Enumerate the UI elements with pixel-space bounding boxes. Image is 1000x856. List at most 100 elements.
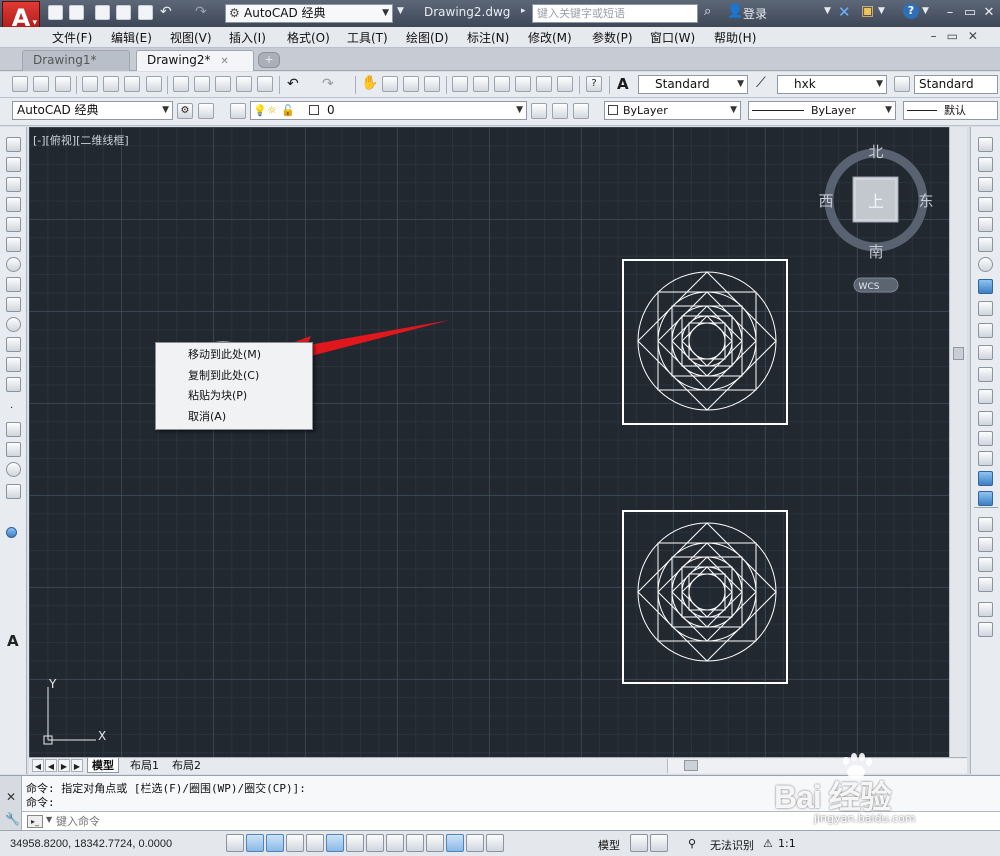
gear-icon[interactable]: ⚙ bbox=[177, 103, 193, 119]
circle-icon[interactable] bbox=[6, 257, 21, 272]
break-at-point-icon[interactable] bbox=[978, 367, 993, 382]
redo-icon[interactable]: ↷ bbox=[195, 4, 207, 20]
tab-layout1[interactable]: 布局1 bbox=[126, 758, 163, 773]
annotation-scale[interactable]: 1:1 bbox=[778, 837, 796, 850]
pan-icon[interactable]: ✋ bbox=[361, 75, 378, 91]
spline-icon[interactable] bbox=[6, 297, 21, 312]
polygon-icon[interactable] bbox=[6, 197, 21, 212]
vertical-scrollbar[interactable] bbox=[949, 127, 967, 757]
multiline-text-icon[interactable]: A bbox=[7, 632, 19, 650]
rose-figure-bottom[interactable] bbox=[622, 510, 788, 684]
menu-file[interactable]: 文件(F) bbox=[52, 29, 92, 46]
break-icon[interactable] bbox=[978, 389, 993, 404]
table-style-icon[interactable] bbox=[894, 76, 910, 92]
context-move-here[interactable]: 移动到此处(M) bbox=[157, 345, 312, 365]
revision-cloud-icon[interactable] bbox=[6, 277, 21, 292]
menu-help[interactable]: 帮助(H) bbox=[714, 29, 756, 46]
close-icon[interactable]: ✕ bbox=[6, 790, 16, 804]
compass-west[interactable]: 西 bbox=[818, 192, 833, 210]
match-properties-icon[interactable] bbox=[236, 76, 252, 92]
extend-icon[interactable] bbox=[978, 345, 993, 360]
layer-previous-icon[interactable] bbox=[552, 103, 568, 119]
publish-icon[interactable] bbox=[124, 76, 140, 92]
markup-icon[interactable] bbox=[536, 76, 552, 92]
ellipse-arc-icon[interactable] bbox=[6, 337, 21, 352]
menu-dimension[interactable]: 标注(N) bbox=[467, 29, 509, 46]
paste-icon[interactable] bbox=[215, 76, 231, 92]
scale-icon[interactable] bbox=[978, 279, 993, 294]
menu-edit[interactable]: 编辑(E) bbox=[111, 29, 152, 46]
compass-north[interactable]: 北 bbox=[868, 143, 883, 161]
lineweight-toggle[interactable] bbox=[426, 834, 444, 852]
add-selected-icon[interactable] bbox=[6, 527, 17, 538]
lineweight-select[interactable]: 默认 bbox=[903, 101, 998, 120]
undo-icon[interactable]: ↶ bbox=[160, 4, 172, 20]
tab-drawing1[interactable]: Drawing1* bbox=[22, 50, 130, 71]
dimension-style-icon[interactable]: ⟋ bbox=[756, 75, 766, 91]
save-icon[interactable] bbox=[95, 5, 110, 20]
context-cancel[interactable]: 取消(A) bbox=[157, 407, 312, 427]
zoom-window-icon[interactable] bbox=[403, 76, 419, 92]
new-file-icon[interactable] bbox=[48, 5, 63, 20]
ellipse-icon[interactable] bbox=[6, 317, 21, 332]
tab-layout2[interactable]: 布局2 bbox=[168, 758, 205, 773]
drawing-canvas[interactable]: [-][俯视][二维线框] Y X 上 北 南 西 东 WCS bbox=[29, 127, 949, 757]
model-space-label[interactable]: 模型 bbox=[598, 837, 620, 853]
pin-icon[interactable]: ⚲ bbox=[688, 837, 696, 850]
tab-model[interactable]: 模型 bbox=[87, 758, 119, 773]
chevron-down-icon[interactable]: ▼ bbox=[878, 6, 885, 16]
move-icon[interactable] bbox=[978, 237, 993, 252]
app-store-icon[interactable]: ▣ bbox=[861, 3, 874, 19]
dyn-toggle[interactable] bbox=[406, 834, 424, 852]
linetype-select[interactable]: ByLayer ▼ bbox=[748, 101, 896, 120]
blend-curves-icon[interactable] bbox=[978, 471, 993, 486]
snap-toggle[interactable] bbox=[246, 834, 264, 852]
arc-icon[interactable] bbox=[6, 237, 21, 252]
layer-properties-icon[interactable] bbox=[230, 103, 246, 119]
text-front-icon[interactable] bbox=[978, 602, 993, 617]
draw-order-above-icon[interactable] bbox=[978, 557, 993, 572]
calculator-icon[interactable] bbox=[557, 76, 573, 92]
context-copy-here[interactable]: 复制到此处(C) bbox=[157, 366, 312, 386]
copy-icon[interactable] bbox=[194, 76, 210, 92]
polyline-icon[interactable] bbox=[6, 177, 21, 192]
workspace-settings-icon[interactable] bbox=[198, 103, 214, 119]
tab-drawing2[interactable]: Drawing2* ✕ bbox=[136, 50, 254, 71]
help-icon[interactable]: ? bbox=[903, 3, 919, 19]
rotate-icon[interactable] bbox=[978, 257, 993, 272]
rose-figure-top[interactable] bbox=[622, 259, 788, 425]
hatch-back-icon[interactable] bbox=[978, 622, 993, 637]
menu-parametric[interactable]: 参数(P) bbox=[592, 29, 633, 46]
user-icon[interactable]: 👤 bbox=[727, 4, 743, 19]
save-icon[interactable] bbox=[55, 76, 71, 92]
3d-osnap-toggle[interactable] bbox=[346, 834, 364, 852]
dimension-style-select[interactable]: hxk ▼ bbox=[777, 75, 887, 94]
compass-east[interactable]: 东 bbox=[918, 192, 933, 210]
zoom-realtime-icon[interactable] bbox=[382, 76, 398, 92]
quick-view-drawings-icon[interactable] bbox=[650, 834, 668, 852]
text-style-select[interactable]: Standard ▼ bbox=[638, 75, 748, 94]
hatch-icon[interactable] bbox=[6, 422, 21, 437]
design-center-icon[interactable] bbox=[473, 76, 489, 92]
chamfer-icon[interactable] bbox=[978, 431, 993, 446]
menu-tools[interactable]: 工具(T) bbox=[347, 29, 388, 46]
workspace-select-2[interactable]: AutoCAD 经典 ▼ bbox=[12, 101, 173, 120]
transparency-toggle[interactable] bbox=[446, 834, 464, 852]
quick-properties-toggle[interactable] bbox=[466, 834, 484, 852]
offset-icon[interactable] bbox=[978, 197, 993, 212]
infer-constraints-toggle[interactable] bbox=[226, 834, 244, 852]
stretch-icon[interactable] bbox=[978, 301, 993, 316]
polar-toggle[interactable] bbox=[306, 834, 324, 852]
gradient-icon[interactable] bbox=[6, 442, 21, 457]
vertical-scroll-thumb[interactable] bbox=[953, 347, 964, 360]
erase-icon[interactable] bbox=[978, 137, 993, 152]
insert-block-icon[interactable] bbox=[6, 357, 21, 372]
workspace-select[interactable]: ⚙ AutoCAD 经典 ▼ bbox=[225, 4, 393, 23]
last-layout-icon[interactable]: ▶ bbox=[71, 759, 83, 772]
compass-south[interactable]: 南 bbox=[868, 243, 883, 261]
exchange-icon[interactable]: ✕ bbox=[838, 3, 851, 21]
plot-preview-icon[interactable] bbox=[103, 76, 119, 92]
menu-insert[interactable]: 插入(I) bbox=[229, 29, 266, 46]
block-editor-icon[interactable] bbox=[257, 76, 273, 92]
join-icon[interactable] bbox=[978, 411, 993, 426]
